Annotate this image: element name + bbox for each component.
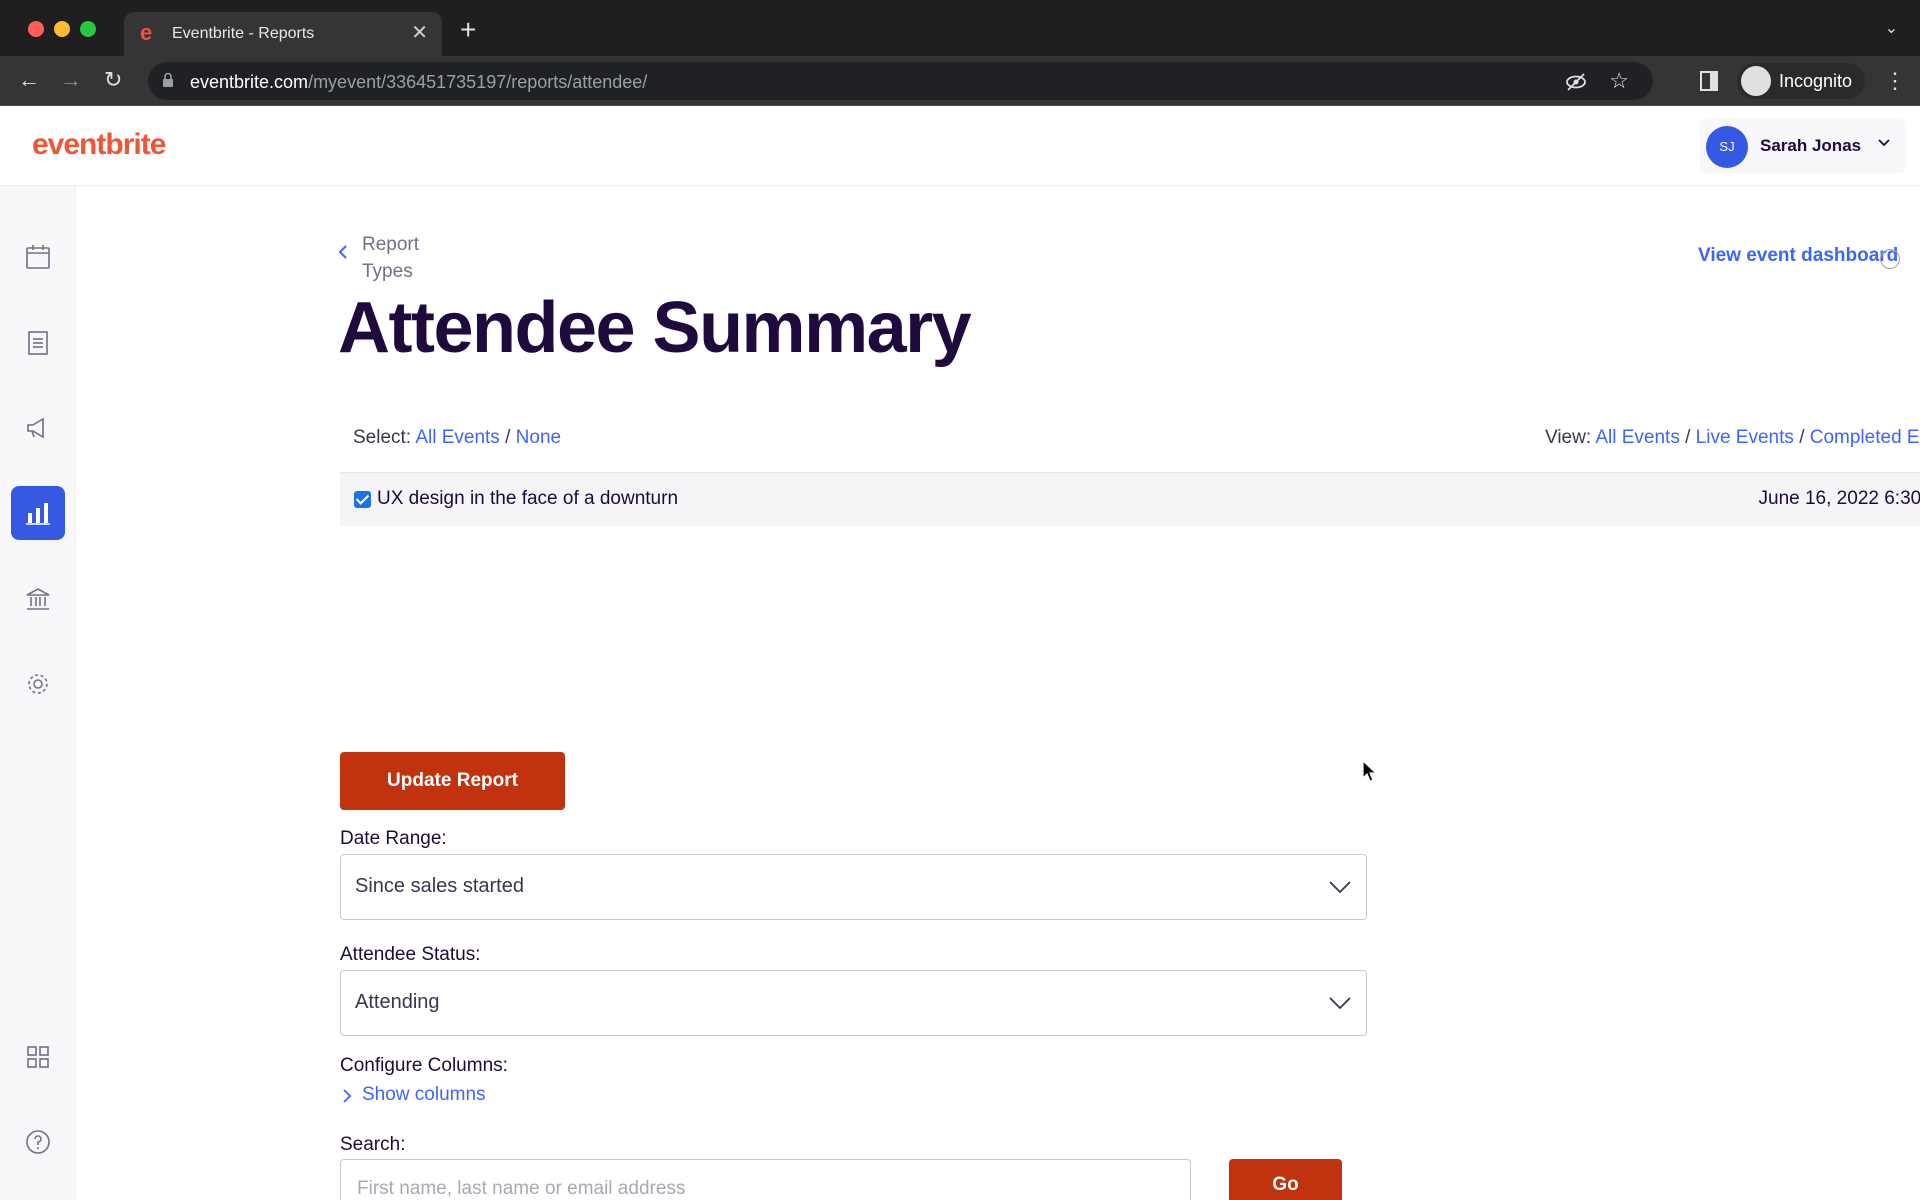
- sidebar-item-reports[interactable]: [11, 486, 65, 540]
- configure-columns-label: Configure Columns:: [340, 1055, 508, 1076]
- sidebar-item-events[interactable]: [11, 230, 65, 284]
- separator: /: [1799, 427, 1805, 448]
- incognito-label: Incognito: [1779, 71, 1853, 91]
- sidebar-item-marketing[interactable]: [11, 401, 65, 455]
- finance-icon: [26, 588, 50, 610]
- search-label: Search:: [340, 1134, 406, 1155]
- tab-title: Eventbrite - Reports: [172, 25, 315, 42]
- browser-tab[interactable]: e Eventbrite - Reports ✕: [124, 12, 442, 56]
- view-live-events-link[interactable]: Live Events: [1696, 427, 1794, 448]
- app-header: eventbrite SJ Sarah Jonas: [0, 106, 1920, 186]
- view-controls: View: All Events / Live Events / Complet…: [1545, 427, 1920, 449]
- attendee-status-select[interactable]: Attending: [340, 970, 1367, 1036]
- new-tab-icon[interactable]: +: [460, 16, 476, 44]
- address-bar[interactable]: eventbrite.com/myevent/336451735197/repo…: [148, 62, 1653, 100]
- view-all-events-link[interactable]: All Events: [1595, 427, 1679, 448]
- reports-icon: [26, 503, 50, 525]
- sidebar-item-settings[interactable]: [11, 657, 65, 711]
- browser-menu-icon[interactable]: ⋮: [1884, 68, 1906, 94]
- event-checkbox[interactable]: [354, 491, 371, 508]
- select-none-link[interactable]: None: [516, 427, 561, 448]
- incognito-profile-button[interactable]: Incognito: [1737, 63, 1865, 99]
- sidebar-item-orders[interactable]: [11, 316, 65, 370]
- select-controls: Select: All Events / None: [353, 427, 561, 449]
- separator: /: [1685, 427, 1691, 448]
- help-icon: [26, 1130, 50, 1154]
- event-list: UX design in the face of a downturn June…: [340, 472, 1920, 738]
- browser-titlebar: e Eventbrite - Reports ✕ + ⌄: [0, 0, 1920, 56]
- avatar: SJ: [1706, 126, 1748, 168]
- separator: /: [505, 427, 511, 448]
- apps-grid-icon: [27, 1046, 49, 1068]
- attendee-status-label: Attendee Status:: [340, 944, 481, 965]
- calendar-icon: [26, 245, 50, 269]
- lock-icon: [163, 72, 173, 87]
- minimize-window-button[interactable]: [54, 21, 70, 37]
- search-input[interactable]: [340, 1159, 1191, 1200]
- view-event-dashboard-link[interactable]: View event dashboard: [1698, 245, 1898, 267]
- marketing-icon: [27, 417, 44, 439]
- orders-icon: [28, 331, 48, 355]
- view-completed-events-link[interactable]: Completed Events: [1810, 427, 1920, 448]
- bookmark-star-icon[interactable]: ☆: [1609, 68, 1629, 94]
- chevron-right-icon: [343, 1089, 352, 1103]
- mouse-cursor-icon: [1362, 760, 1378, 782]
- incognito-icon: [1741, 66, 1771, 96]
- date-range-label: Date Range:: [340, 828, 447, 849]
- update-report-button[interactable]: Update Report: [340, 752, 565, 810]
- browser-toolbar: ← → ↻ eventbrite.com/myevent/33645173519…: [0, 56, 1920, 106]
- chevron-left-icon: [338, 245, 347, 259]
- info-icon[interactable]: [1880, 249, 1900, 269]
- date-range-value: Since sales started: [355, 875, 524, 897]
- close-window-button[interactable]: [28, 21, 44, 37]
- date-range-select[interactable]: Since sales started: [340, 854, 1367, 920]
- main-content: Report Types View event dashboard Attend…: [76, 187, 1920, 1200]
- eventbrite-logo[interactable]: eventbrite: [32, 128, 166, 162]
- go-button[interactable]: Go: [1229, 1159, 1342, 1200]
- list-item[interactable]: UX design in the face of a downturn June…: [340, 472, 1920, 526]
- reload-icon[interactable]: ↻: [104, 68, 122, 92]
- select-label: Select:: [353, 427, 412, 448]
- chevron-down-icon: [1329, 997, 1351, 1010]
- tab-search-chevron-icon[interactable]: ⌄: [1885, 18, 1898, 38]
- view-label: View:: [1544, 427, 1592, 448]
- attendee-status-value: Attending: [355, 991, 440, 1013]
- eventbrite-favicon-icon: e: [140, 20, 153, 45]
- user-menu[interactable]: SJ Sarah Jonas: [1700, 118, 1906, 174]
- tab-close-icon[interactable]: ✕: [411, 22, 428, 44]
- sidebar-item-apps[interactable]: [11, 1030, 65, 1084]
- select-all-events-link[interactable]: All Events: [415, 427, 499, 448]
- eye-slash-icon[interactable]: [1565, 71, 1587, 93]
- sidebar: [0, 186, 76, 1200]
- chevron-down-icon: [1329, 881, 1351, 894]
- sidebar-item-finance[interactable]: [11, 572, 65, 626]
- back-link-label: Report Types: [362, 234, 420, 282]
- gear-icon: [28, 674, 48, 694]
- chevron-down-icon: [1878, 139, 1890, 147]
- event-name: UX design in the face of a downturn: [377, 488, 679, 509]
- maximize-window-button[interactable]: [80, 21, 96, 37]
- show-columns-label: Show columns: [362, 1084, 486, 1105]
- event-date: June 16, 2022 6:30 PM: [1758, 488, 1920, 509]
- side-panel-icon[interactable]: [1700, 71, 1718, 91]
- back-arrow-icon[interactable]: ←: [18, 68, 40, 92]
- sidebar-item-help[interactable]: [11, 1115, 65, 1169]
- url-text: eventbrite.com/myevent/336451735197/repo…: [190, 72, 648, 92]
- forward-arrow-icon[interactable]: →: [60, 68, 82, 92]
- user-name: Sarah Jonas: [1760, 136, 1862, 155]
- page-title: Attendee Summary: [338, 288, 972, 368]
